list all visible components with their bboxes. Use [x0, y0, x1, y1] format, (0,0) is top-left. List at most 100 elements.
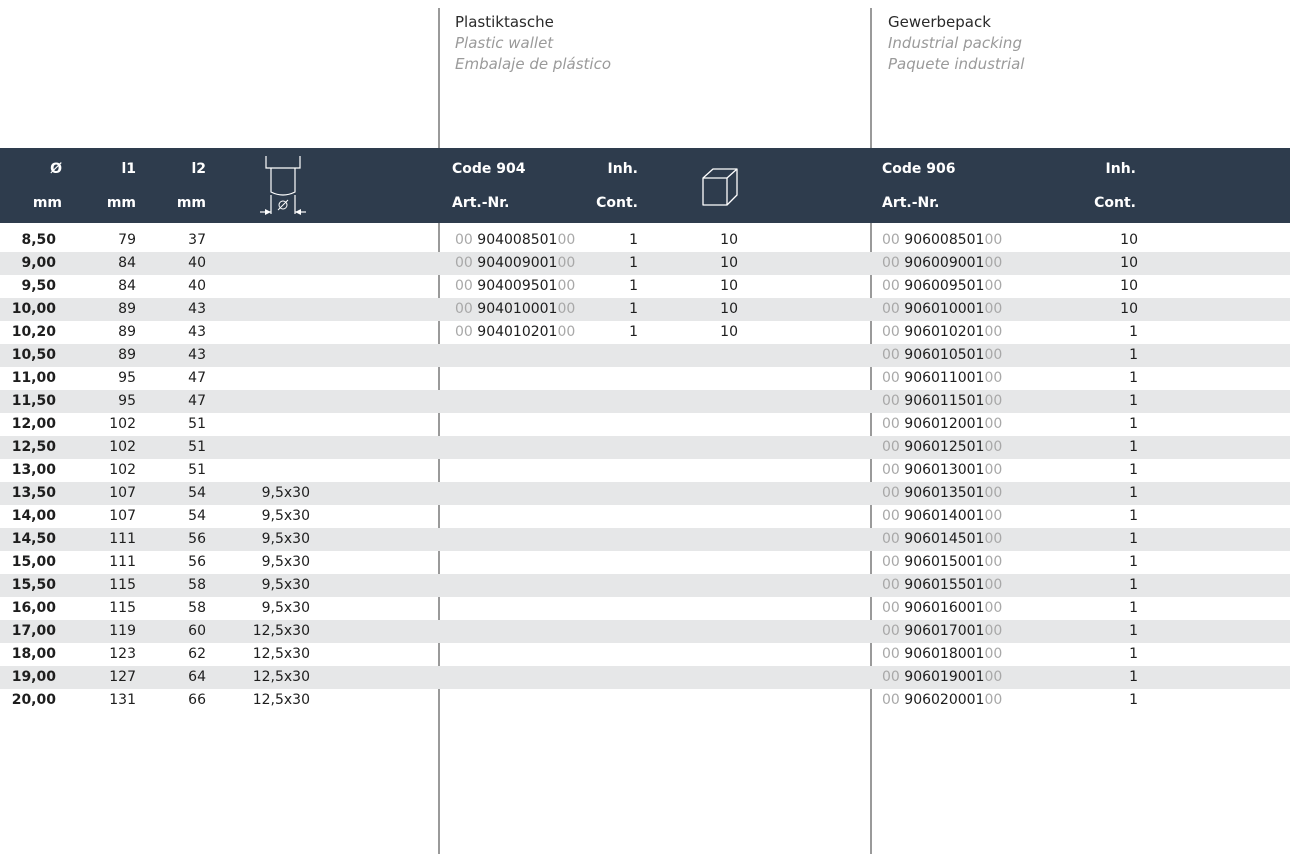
- shank-cell: 9,5x30: [261, 485, 310, 501]
- diameter-cell: 18,00: [11, 646, 56, 662]
- shank-cell: [230, 275, 310, 298]
- table-row: 14,50 111 56 9,5x30 00 90601450100 1: [0, 528, 1290, 551]
- l2-cell: 56: [188, 531, 206, 547]
- industrial-inh-cell: 1: [1129, 370, 1138, 386]
- art-number: 906014001: [904, 508, 985, 524]
- plastic-code: Code 904: [452, 161, 526, 177]
- art-suffix: 00: [984, 692, 1003, 708]
- industrial-inh-cell: 1: [1129, 485, 1138, 501]
- art-suffix: 00: [984, 347, 1003, 363]
- industrial-inh-cell: 1: [1129, 577, 1138, 593]
- shank-cell: 9,5x30: [261, 600, 310, 616]
- art-prefix: 00: [882, 232, 900, 248]
- industrial-art-cell: 00 90600850100: [882, 229, 1032, 252]
- industrial-inh-cell: 1: [1129, 462, 1138, 478]
- l1-cell: 95: [118, 393, 136, 409]
- art-number: 906014501: [904, 531, 985, 547]
- diameter-cell: 11,50: [11, 393, 56, 409]
- art-prefix: 00: [882, 278, 900, 294]
- diameter-cell: 13,00: [11, 462, 56, 478]
- art-prefix: 00: [882, 439, 900, 455]
- industrial-art-cell: 00 90600900100: [882, 252, 1032, 275]
- industrial-inh-cell: 1: [1129, 324, 1138, 340]
- l1-cell: 119: [109, 623, 136, 639]
- art-prefix: 00: [882, 393, 900, 409]
- l2-cell: 54: [188, 508, 206, 524]
- shank-cell: [230, 252, 310, 275]
- l1-cell: 84: [118, 255, 136, 271]
- diameter-cell: 8,50: [21, 232, 56, 248]
- l2-cell: 37: [188, 232, 206, 248]
- table-row: 15,50 115 58 9,5x30 00 90601550100 1: [0, 574, 1290, 597]
- l2-cell: 51: [188, 416, 206, 432]
- art-prefix: 00: [882, 692, 900, 708]
- art-number: 906009501: [904, 278, 985, 294]
- l1-cell: 115: [109, 577, 136, 593]
- plastic-box-cell: 10: [720, 232, 738, 248]
- art-suffix: 00: [984, 439, 1003, 455]
- shank-cell: 9,5x30: [261, 577, 310, 593]
- industrial-art-cell: 00 90602000100: [882, 689, 1032, 712]
- l2-cell: 40: [188, 255, 206, 271]
- diameter-cell: 10,50: [11, 347, 56, 363]
- diameter-symbol: Ø: [50, 161, 62, 177]
- table-row: 13,50 107 54 9,5x30 00 90601350100 1: [0, 482, 1290, 505]
- l2-cell: 66: [188, 692, 206, 708]
- industrial-art-cell: 00 90601400100: [882, 505, 1032, 528]
- art-number: 906016001: [904, 600, 985, 616]
- industrial-art-cell: 00 90601100100: [882, 367, 1032, 390]
- industrial-inh-cell: 10: [1120, 278, 1138, 294]
- art-suffix: 00: [984, 623, 1003, 639]
- art-prefix: 00: [455, 278, 473, 294]
- shank-cell: [230, 459, 310, 482]
- industrial-art-cell: 00 90600950100: [882, 275, 1032, 298]
- l2-cell: 62: [188, 646, 206, 662]
- diameter-cell: 14,50: [11, 531, 56, 547]
- shank-cell: [230, 321, 310, 344]
- pack-title-en: Plastic wallet: [455, 34, 554, 52]
- art-suffix: 00: [984, 669, 1003, 685]
- industrial-art-cell: 00 90601000100: [882, 298, 1032, 321]
- table-row: 18,00 123 62 12,5x30 00 90601800100 1: [0, 643, 1290, 666]
- header-l1: l1 mm: [90, 148, 136, 223]
- l2-cell: 56: [188, 554, 206, 570]
- l1-cell: 111: [109, 531, 136, 547]
- industrial-art-cell: 00 90601050100: [882, 344, 1032, 367]
- art-prefix: 00: [882, 347, 900, 363]
- art-suffix: 00: [984, 646, 1003, 662]
- art-number: 904008501: [477, 232, 558, 248]
- plastic-art-cell: 00 90400850100: [455, 229, 595, 252]
- diameter-cell: 9,50: [21, 278, 56, 294]
- shank-cell: [230, 344, 310, 367]
- l2-label: l2: [191, 161, 206, 177]
- l2-cell: 51: [188, 462, 206, 478]
- industrial-inh-cell: 1: [1129, 600, 1138, 616]
- industrial-inh-cell: 1: [1129, 669, 1138, 685]
- art-suffix: 00: [984, 462, 1003, 478]
- plastic-inh: Inh.: [607, 161, 638, 177]
- l1-cell: 115: [109, 600, 136, 616]
- art-suffix: 00: [984, 531, 1003, 547]
- l2-unit: mm: [176, 195, 206, 211]
- art-number: 906010201: [904, 324, 985, 340]
- table-row: 15,00 111 56 9,5x30 00 90601500100 1: [0, 551, 1290, 574]
- industrial-artnr: Art.-Nr.: [882, 195, 940, 211]
- art-prefix: 00: [455, 232, 473, 248]
- industrial-art-cell: 00 90601550100: [882, 574, 1032, 597]
- industrial-inh-cell: 1: [1129, 439, 1138, 455]
- shank-cell: 9,5x30: [261, 531, 310, 547]
- header-diameter: Ø mm: [20, 148, 62, 223]
- industrial-inh-cell: 10: [1120, 255, 1138, 271]
- header-industrial-code: Code 906 Art.-Nr.: [882, 148, 1002, 223]
- shank-cell: 12,5x30: [252, 692, 310, 708]
- art-number: 906010501: [904, 347, 985, 363]
- art-number: 906013501: [904, 485, 985, 501]
- art-prefix: 00: [455, 324, 473, 340]
- industrial-art-cell: 00 90601600100: [882, 597, 1032, 620]
- plastic-box-cell: 10: [720, 301, 738, 317]
- art-number: 904010001: [477, 301, 558, 317]
- art-suffix: 00: [984, 600, 1003, 616]
- industrial-art-cell: 00 90601800100: [882, 643, 1032, 666]
- shank-cell: [230, 390, 310, 413]
- industrial-art-cell: 00 90601450100: [882, 528, 1032, 551]
